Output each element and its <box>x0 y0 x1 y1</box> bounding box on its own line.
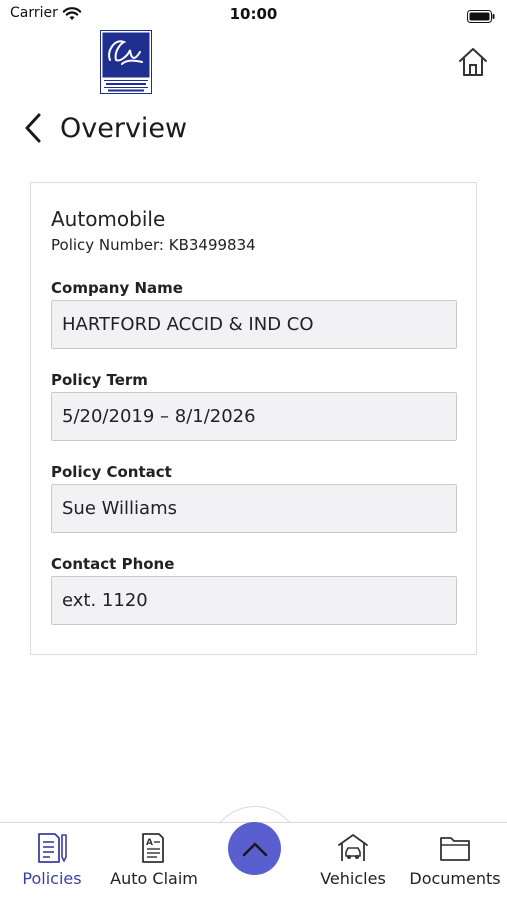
company-name-label: Company Name <box>51 279 183 297</box>
battery-icon <box>467 8 495 27</box>
tab-vehicles-label: Vehicles <box>320 869 386 888</box>
policy-contact-label: Policy Contact <box>51 463 172 481</box>
policy-number-label: Policy Number: <box>51 236 164 254</box>
tab-policies[interactable]: Policies <box>12 823 92 900</box>
contact-phone-label: Contact Phone <box>51 555 175 573</box>
home-icon <box>459 48 487 76</box>
tab-documents[interactable]: Documents <box>405 823 505 900</box>
chevron-left-icon[interactable] <box>22 110 50 146</box>
tab-documents-label: Documents <box>409 869 501 888</box>
tab-auto-claim-label: Auto Claim <box>110 869 198 888</box>
home-button[interactable] <box>456 45 490 79</box>
policy-term-label: Policy Term <box>51 371 148 389</box>
back-navigation[interactable]: Overview <box>22 108 187 148</box>
chevron-up-icon <box>242 842 267 856</box>
tab-policies-label: Policies <box>22 869 82 888</box>
expand-menu-button[interactable] <box>228 822 281 875</box>
policy-type: Automobile <box>51 207 166 231</box>
folder-icon <box>438 831 472 865</box>
policy-term-field[interactable]: 5/20/2019 – 8/1/2026 <box>51 392 457 441</box>
company-logo <box>100 30 152 94</box>
claim-form-icon: A <box>137 831 171 865</box>
company-name-field[interactable]: HARTFORD ACCID & IND CO <box>51 300 457 349</box>
tab-vehicles[interactable]: Vehicles <box>310 823 396 900</box>
tab-auto-claim[interactable]: A Auto Claim <box>104 823 204 900</box>
policy-card: Automobile Policy Number: KB3499834 Comp… <box>30 182 477 655</box>
status-bar: Carrier 10:00 <box>0 0 507 28</box>
policy-number-value: KB3499834 <box>168 236 256 254</box>
clock: 10:00 <box>229 5 278 23</box>
policy-document-icon <box>35 831 69 865</box>
policy-contact-field[interactable]: Sue Williams <box>51 484 457 533</box>
svg-text:A: A <box>146 838 153 848</box>
policy-number: Policy Number: KB3499834 <box>51 236 256 254</box>
garage-car-icon <box>336 831 370 865</box>
page-title: Overview <box>60 112 188 144</box>
contact-phone-field[interactable]: ext. 1120 <box>51 576 457 625</box>
